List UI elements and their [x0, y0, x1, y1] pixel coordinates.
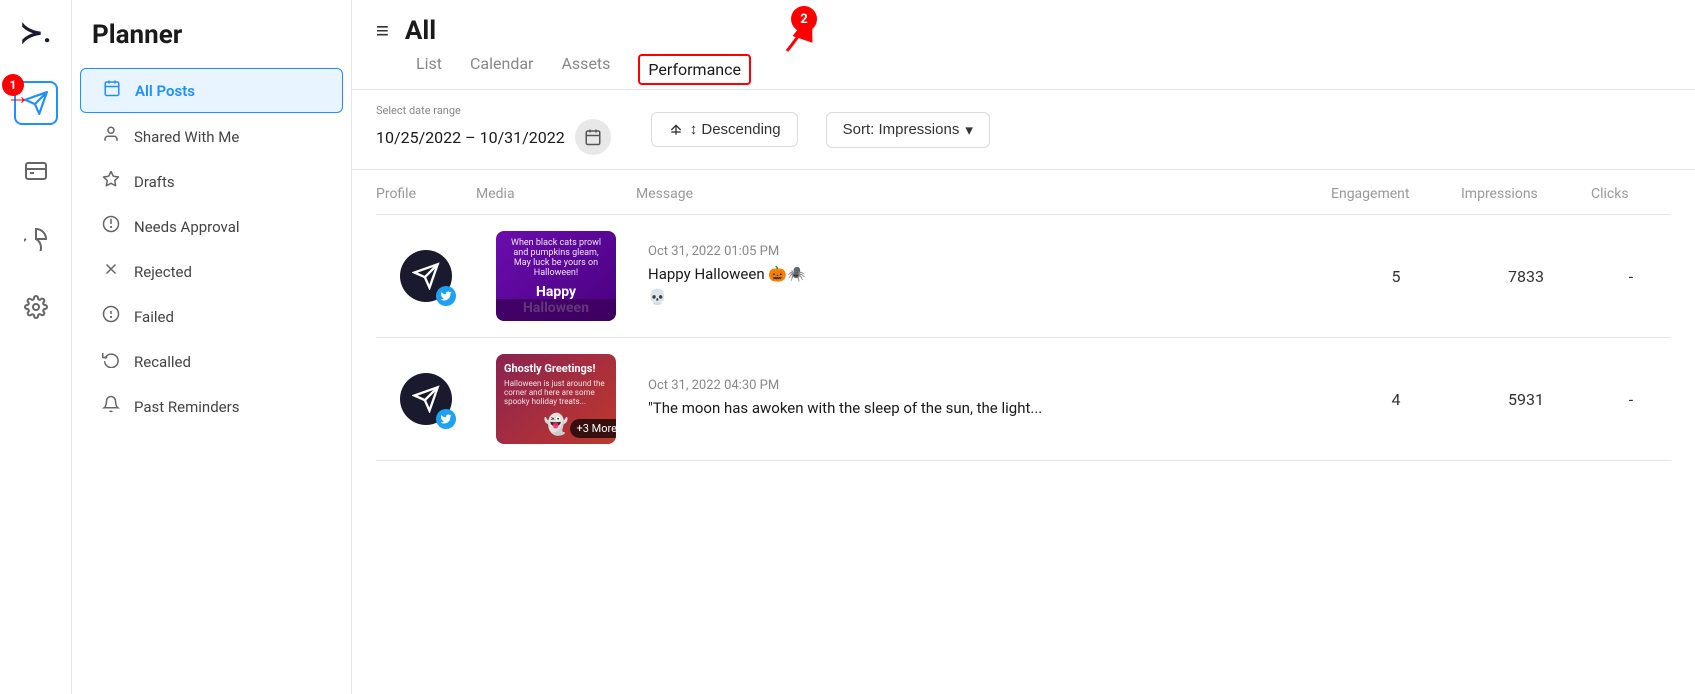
sidebar-item-label: Past Reminders — [134, 398, 239, 416]
engagement-cell: 5 — [1331, 267, 1461, 286]
impressions-cell: 7833 — [1461, 267, 1591, 286]
media-subtitle-2: Halloween is just around the corner and … — [504, 379, 608, 406]
ghost-emoji: 👻 — [544, 412, 569, 436]
message-text: Happy Halloween 🎃🕷️💀 — [648, 263, 1319, 308]
approval-icon — [100, 215, 122, 238]
sort-field-button[interactable]: Sort: Impressions ▾ — [826, 112, 990, 148]
app-logo: ≻. — [20, 16, 52, 49]
media-thumbnail: Ghostly Greetings! Halloween is just aro… — [496, 354, 616, 444]
col-engagement: Engagement — [1331, 186, 1461, 202]
reminders-icon — [100, 395, 122, 418]
failed-icon — [100, 305, 122, 328]
analytics-nav-icon[interactable] — [14, 217, 58, 261]
message-timestamp: Oct 31, 2022 04:30 PM — [648, 378, 1319, 393]
badge-annotation-1: 1 — [2, 74, 24, 96]
clicks-cell: - — [1591, 390, 1671, 409]
sidebar-item-needs-approval[interactable]: Needs Approval — [80, 205, 343, 248]
sidebar-item-all-posts[interactable]: All Posts — [80, 68, 343, 113]
inbox-nav-icon[interactable] — [14, 149, 58, 193]
calendar-icon — [101, 79, 123, 102]
sidebar-item-label: Drafts — [134, 173, 175, 191]
date-range-row: 10/25/2022 – 10/31/2022 — [376, 119, 611, 155]
shared-icon — [100, 125, 122, 148]
badge-annotation-2: 2 — [791, 6, 817, 32]
sidebar-item-failed[interactable]: Failed — [80, 295, 343, 338]
main-content: ≡ All List Calendar Assets Performance — [352, 0, 1695, 694]
media-cell: When black cats prowl and pumpkins gleam… — [476, 231, 636, 321]
col-clicks: Clicks — [1591, 186, 1671, 202]
sidebar-item-drafts[interactable]: Drafts — [80, 160, 343, 203]
sidebar-item-shared-with-me[interactable]: Shared With Me — [80, 115, 343, 158]
media-title-2: Ghostly Greetings! — [504, 362, 595, 375]
profile-cell — [376, 250, 476, 302]
annotation-arrow-2: 2 — [757, 6, 817, 56]
drafts-icon — [100, 170, 122, 193]
header-top: ≡ All — [376, 16, 1671, 46]
tab-bar: List Calendar Assets Performance — [416, 54, 1671, 89]
calendar-picker-button[interactable] — [575, 119, 611, 155]
date-section: Select date range 10/25/2022 – 10/31/202… — [376, 104, 611, 155]
message-cell: Oct 31, 2022 04:30 PM "The moon has awok… — [636, 378, 1331, 420]
sidebar-item-label: Rejected — [134, 263, 192, 281]
table-header: Profile Media Message Engagement Impress… — [376, 174, 1671, 215]
col-profile: Profile — [376, 186, 476, 202]
hamburger-menu[interactable]: ≡ — [376, 18, 389, 44]
avatar — [400, 250, 452, 302]
col-message: Message — [636, 186, 1331, 202]
page-title: All — [405, 16, 436, 46]
message-cell: Oct 31, 2022 01:05 PM Happy Halloween 🎃🕷… — [636, 244, 1331, 308]
message-text: "The moon has awoken with the sleep of t… — [648, 397, 1319, 420]
engagement-cell: 4 — [1331, 390, 1461, 409]
settings-nav-icon[interactable] — [14, 285, 58, 329]
recalled-icon — [100, 350, 122, 373]
clicks-cell: - — [1591, 267, 1671, 286]
sidebar-item-label: Recalled — [134, 353, 191, 371]
sidebar-item-label: All Posts — [135, 82, 195, 100]
tab-performance[interactable]: Performance 2 — [638, 54, 751, 85]
more-badge: +3 More — [570, 419, 617, 438]
table-row: Ghostly Greetings! Halloween is just aro… — [376, 338, 1671, 461]
twitter-badge — [436, 409, 456, 429]
twitter-badge — [436, 286, 456, 306]
sort-order-label: ↕ Descending — [690, 121, 781, 138]
sort-order-button[interactable]: ↕ Descending — [651, 112, 798, 147]
sidebar-item-label: Needs Approval — [134, 218, 240, 236]
sidebar-item-recalled[interactable]: Recalled — [80, 340, 343, 383]
table-row: When black cats prowl and pumpkins gleam… — [376, 215, 1671, 338]
date-range-text: 10/25/2022 – 10/31/2022 — [376, 128, 565, 147]
impressions-cell: 5931 — [1461, 390, 1591, 409]
table-container: Profile Media Message Engagement Impress… — [352, 170, 1695, 694]
sidebar-item-label: Failed — [134, 308, 174, 326]
sort-field-label: Sort: Impressions — [843, 121, 960, 138]
sidebar-item-rejected[interactable]: Rejected — [80, 250, 343, 293]
media-thumbnail: When black cats prowl and pumpkins gleam… — [496, 231, 616, 321]
silhouette-bar — [496, 299, 616, 321]
tab-list[interactable]: List — [416, 54, 442, 89]
sidebar-title: Planner — [72, 20, 351, 66]
avatar — [400, 373, 452, 425]
col-media: Media — [476, 186, 636, 202]
rejected-icon — [100, 260, 122, 283]
col-impressions: Impressions — [1461, 186, 1591, 202]
chevron-down-icon: ▾ — [965, 121, 973, 139]
media-cell: Ghostly Greetings! Halloween is just aro… — [476, 354, 636, 444]
sidebar-item-past-reminders[interactable]: Past Reminders — [80, 385, 343, 428]
media-quote: When black cats prowl and pumpkins gleam… — [504, 236, 608, 280]
tab-assets[interactable]: Assets — [561, 54, 610, 89]
main-header: ≡ All List Calendar Assets Performance — [352, 0, 1695, 90]
message-timestamp: Oct 31, 2022 01:05 PM — [648, 244, 1319, 259]
date-label: Select date range — [376, 104, 611, 117]
filters-bar: Select date range 10/25/2022 – 10/31/202… — [352, 90, 1695, 170]
profile-cell — [376, 373, 476, 425]
tab-calendar[interactable]: Calendar — [470, 54, 533, 89]
icon-bar: ≻. → 1 — [0, 0, 72, 694]
sidebar: Planner All Posts Shared With Me — [72, 0, 352, 694]
sidebar-item-label: Shared With Me — [134, 128, 239, 146]
